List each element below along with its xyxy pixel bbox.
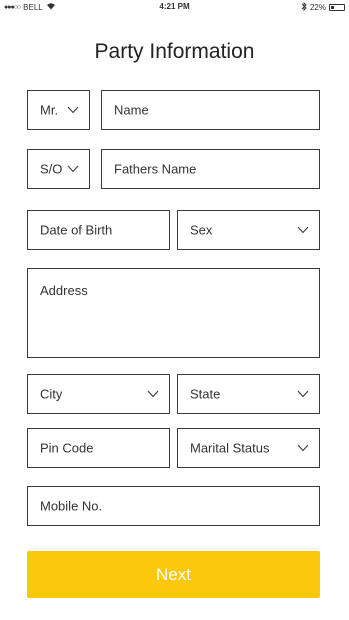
chevron-down-icon [297, 226, 309, 234]
next-button[interactable]: Next [27, 551, 320, 598]
address-field[interactable]: Address [27, 268, 320, 358]
state-placeholder: State [190, 386, 221, 402]
chevron-down-icon [297, 390, 309, 398]
bluetooth-icon [301, 1, 307, 13]
father-name-placeholder: Fathers Name [114, 161, 197, 177]
battery-icon [329, 4, 345, 11]
father-name-field[interactable]: Fathers Name [101, 149, 320, 189]
mobile-field[interactable]: Mobile No. [27, 486, 320, 526]
city-select[interactable]: City [27, 374, 170, 414]
salutation-select[interactable]: Mr. [27, 90, 90, 130]
status-bar: ●●●○○ BELL 4:21 PM 22% [0, 0, 349, 14]
chevron-down-icon [297, 444, 309, 452]
chevron-down-icon [67, 165, 79, 173]
state-select[interactable]: State [177, 374, 320, 414]
status-right: 22% [301, 1, 345, 13]
marital-status-placeholder: Marital Status [190, 440, 270, 456]
mobile-placeholder: Mobile No. [40, 498, 103, 514]
city-placeholder: City [40, 386, 63, 402]
page-title: Party Information [94, 40, 255, 63]
address-placeholder: Address [40, 283, 88, 298]
relation-value: S/O [40, 161, 63, 177]
chevron-down-icon [67, 106, 79, 114]
name-field[interactable]: Name [101, 90, 320, 130]
relation-select[interactable]: S/O [27, 149, 90, 189]
pin-code-placeholder: Pin Code [40, 440, 94, 456]
battery-level [331, 6, 334, 9]
sex-placeholder: Sex [190, 222, 213, 238]
battery-percent: 22% [309, 3, 326, 12]
salutation-value: Mr. [40, 102, 59, 118]
dob-field[interactable]: Date of Birth [27, 210, 170, 250]
pin-code-field[interactable]: Pin Code [27, 428, 170, 468]
name-placeholder: Name [114, 102, 149, 118]
sex-select[interactable]: Sex [177, 210, 320, 250]
chevron-down-icon [147, 390, 159, 398]
status-time: 4:21 PM [159, 2, 190, 11]
dob-placeholder: Date of Birth [40, 222, 113, 238]
marital-status-select[interactable]: Marital Status [177, 428, 320, 468]
